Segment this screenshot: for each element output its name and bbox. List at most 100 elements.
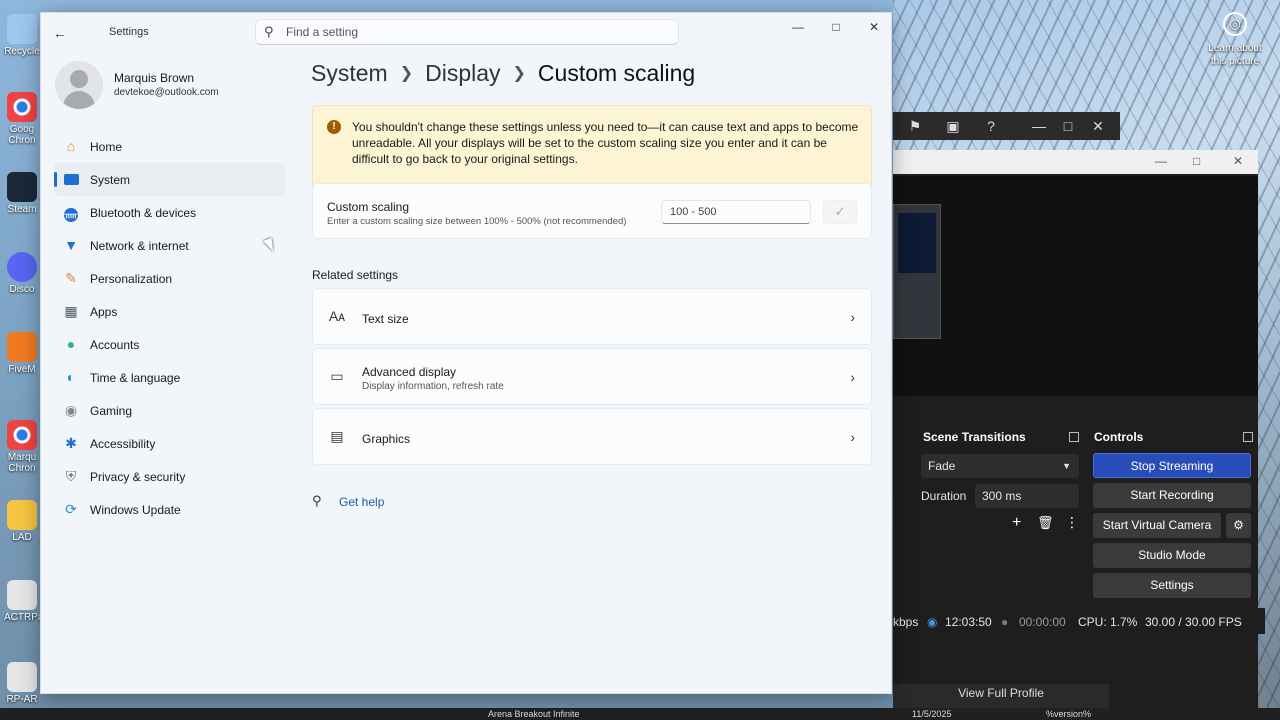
sidebar-item-time-language[interactable]: ◐ Time & language (54, 361, 286, 394)
globe-icon: ◐ (66, 369, 76, 385)
advanced-display-link[interactable]: ▭ Advanced display Display information, … (312, 348, 872, 405)
steam-icon (7, 172, 37, 202)
start-recording-button[interactable]: Start Recording (1093, 483, 1251, 508)
avatar (55, 61, 103, 109)
close-button[interactable]: ✕ (859, 17, 889, 37)
gamepad-icon: ◉ (64, 402, 78, 418)
bluetooth-icon: ᚅ (64, 208, 78, 222)
sidebar-item-personalization[interactable]: ✎ Personalization (54, 262, 286, 295)
search-box[interactable]: ⚲ (255, 19, 679, 45)
discord-icon (7, 252, 37, 282)
taskbar-date: 11/5/2025 (912, 709, 952, 719)
file-icon (7, 580, 37, 610)
home-icon: ⌂ (66, 138, 76, 154)
sidebar-nav: ⌂ Home System ᚅ Bluetooth & devices ▼ Ne… (54, 130, 286, 526)
bitrate-text: kbps (893, 615, 919, 629)
breadcrumb-display[interactable]: Display (425, 60, 500, 86)
breadcrumb-system[interactable]: System (311, 60, 388, 86)
desktop-icon-discord[interactable]: Disco (4, 252, 40, 295)
checkmark-icon: ✓ (834, 204, 846, 219)
sidebar-item-apps[interactable]: ▦ Apps (54, 295, 286, 328)
learn-about-picture[interactable]: ◎ Learn about this picture (1200, 12, 1270, 68)
studio-mode-button[interactable]: Studio Mode (1093, 543, 1251, 568)
desktop-icon-chrome[interactable]: Goog Chron (4, 92, 40, 146)
brush-icon: ✎ (65, 270, 77, 286)
obs-preview[interactable] (893, 176, 1258, 396)
custom-scaling-input[interactable] (661, 200, 811, 224)
text-size-link[interactable]: Aᴀ Text size › (312, 288, 872, 345)
desktop-icon-folder[interactable]: LAD (4, 500, 40, 543)
chevron-right-icon: ❯ (512, 65, 526, 82)
add-icon[interactable]: + (1012, 514, 1021, 532)
record-status-icon: ● (1001, 615, 1009, 629)
user-name: Marquis Brown (114, 71, 195, 85)
desktop-icon-chrome-profile[interactable]: Marqu Chron (4, 420, 40, 474)
scene-transitions-title: Scene Transitions (923, 430, 1026, 444)
obs-maximize-icon[interactable]: □ (1193, 154, 1200, 168)
search-input[interactable] (286, 24, 666, 40)
more-options-icon[interactable]: ⋮ (1065, 514, 1079, 531)
record-window-icon[interactable]: ▣ (943, 116, 963, 136)
taskbar-item[interactable]: Arena Breakout Infinite (488, 708, 580, 720)
desktop-icon-recycle[interactable]: Recycle (4, 14, 40, 57)
obs-toolbar: ⚑ ▣ ? — □ ✕ (893, 112, 1120, 140)
graphics-card-icon: ▤ (330, 428, 344, 444)
trash-icon[interactable]: 🗑 (1037, 515, 1054, 531)
stream-time: 12:03:50 (945, 615, 992, 629)
obs-minimize-icon[interactable]: — (1155, 154, 1167, 168)
pin-icon[interactable]: ⚑ (905, 116, 925, 136)
transition-select[interactable]: Fade ▼ (921, 454, 1079, 478)
sidebar-item-accounts[interactable]: ● Accounts (54, 328, 286, 361)
controls-title: Controls (1094, 430, 1144, 444)
accessibility-icon: ✱ (65, 435, 77, 451)
chevron-right-icon: › (850, 309, 855, 325)
maximize-button[interactable]: □ (821, 17, 851, 37)
minimize-icon[interactable]: — (1029, 116, 1049, 136)
record-time: 00:00:00 (1019, 615, 1066, 629)
user-profile[interactable]: Marquis Brown devtekoe@outlook.com (55, 61, 295, 111)
obs-close-icon[interactable]: ✕ (1233, 154, 1243, 168)
cpu-usage: CPU: 1.7% (1078, 615, 1138, 629)
desktop-icon-steam[interactable]: Steam (4, 172, 40, 215)
graphics-link[interactable]: ▤ Graphics › (312, 408, 872, 465)
chrome-icon (7, 420, 37, 450)
sidebar-item-bluetooth[interactable]: ᚅ Bluetooth & devices (54, 196, 286, 229)
sidebar-item-network[interactable]: ▼ Network & internet (54, 229, 286, 262)
sidebar-item-home[interactable]: ⌂ Home (54, 130, 286, 163)
view-full-profile-link[interactable]: View Full Profile (893, 684, 1109, 708)
chevron-right-icon: ❯ (399, 65, 414, 82)
fivem-icon (7, 332, 37, 362)
sidebar-item-system[interactable]: System (54, 163, 286, 196)
dock-float-icon[interactable] (1069, 432, 1079, 442)
close-icon[interactable]: ✕ (1088, 116, 1108, 136)
back-arrow-icon[interactable]: ← (53, 25, 67, 41)
recycle-bin-icon (7, 14, 37, 44)
help-icon[interactable]: ? (981, 116, 1001, 136)
gear-icon: ⚙ (1233, 518, 1244, 532)
page-title: Custom scaling (537, 60, 696, 86)
accounts-icon: ● (66, 336, 76, 352)
virtual-camera-settings-button[interactable]: ⚙ (1226, 513, 1251, 538)
dock-float-icon[interactable] (1243, 432, 1253, 442)
desktop-icon-rpar[interactable]: RP-AR (4, 662, 40, 705)
chrome-icon (7, 92, 37, 122)
desktop-icon-actrpa[interactable]: ACTRPa (4, 580, 43, 623)
minimize-button[interactable]: — (783, 17, 813, 37)
settings-button[interactable]: Settings (1093, 573, 1251, 598)
sidebar-item-windows-update[interactable]: ⟳ Windows Update (54, 493, 286, 526)
sidebar-item-accessibility[interactable]: ✱ Accessibility (54, 427, 286, 460)
apply-scaling-button[interactable]: ✓ (823, 200, 857, 224)
start-virtual-camera-button[interactable]: Start Virtual Camera (1093, 513, 1221, 538)
system-icon (62, 171, 80, 188)
camera-lens-icon: ◎ (1223, 12, 1247, 36)
sidebar-item-privacy[interactable]: ⛨ Privacy & security (54, 460, 286, 493)
taskbar-version: %version% (1046, 709, 1092, 719)
monitor-icon: ▭ (330, 368, 344, 384)
sidebar-item-gaming[interactable]: ◉ Gaming (54, 394, 286, 427)
maximize-icon[interactable]: □ (1058, 116, 1078, 136)
custom-scaling-subtitle: Enter a custom scaling size between 100%… (327, 216, 627, 227)
wifi-icon: ▼ (64, 237, 78, 253)
desktop-icon-fivem[interactable]: FiveM (4, 332, 40, 375)
stop-streaming-button[interactable]: Stop Streaming (1093, 453, 1251, 478)
duration-spinbox[interactable]: 300 ms (975, 484, 1079, 508)
